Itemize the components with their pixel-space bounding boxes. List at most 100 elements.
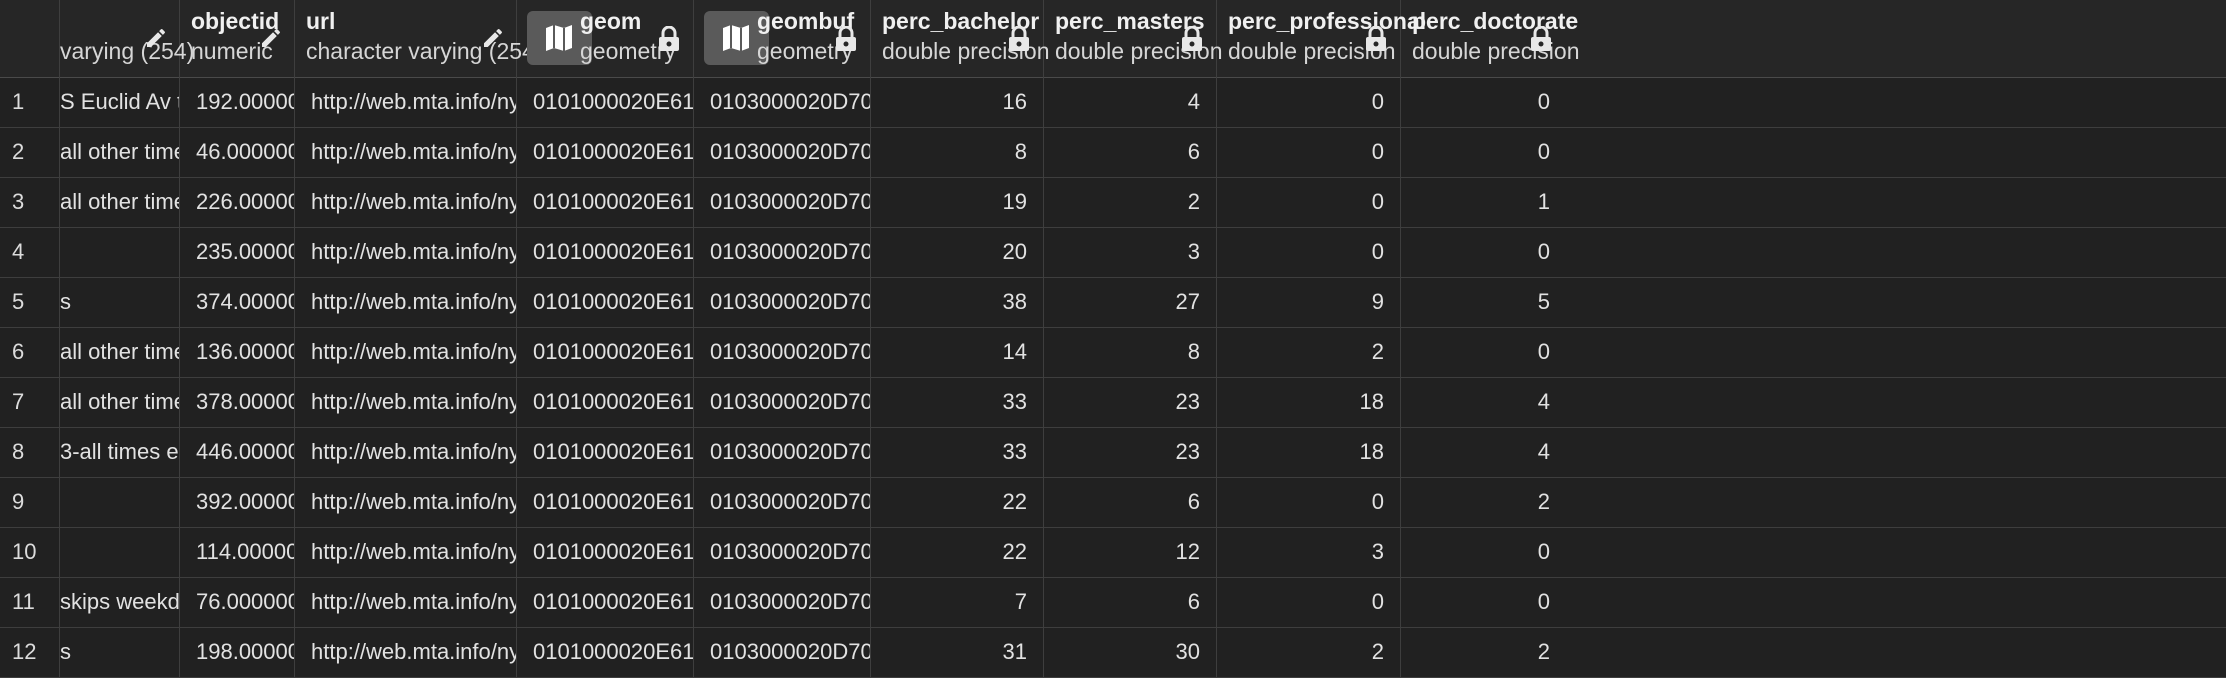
column-header-perc-bachelor[interactable]: perc_bachelor double precision [871, 0, 1050, 78]
cell-perc-masters[interactable]: 23 [1044, 428, 1217, 478]
cell-url[interactable]: http://web.mta.info/nyc… [295, 378, 517, 428]
cell-perc-doctorate[interactable]: 0 [1401, 78, 1566, 128]
cell-perc-masters[interactable]: 3 [1044, 228, 1217, 278]
table-row[interactable]: 3all other times226.0000000http://web.mt… [0, 178, 2226, 228]
cell-perc-doctorate[interactable]: 2 [1401, 628, 1566, 678]
cell-perc-professional[interactable]: 0 [1217, 128, 1401, 178]
cell-geombuf[interactable]: 0103000020D708… [694, 228, 871, 278]
cell-geombuf[interactable]: 0103000020D708… [694, 328, 871, 378]
cell-objectid[interactable]: 76.00000000 [180, 578, 295, 628]
cell-perc-bachelor[interactable]: 14 [871, 328, 1044, 378]
cell-perc-doctorate[interactable]: 0 [1401, 578, 1566, 628]
cell-url[interactable]: http://web.mta.info/nyc… [295, 78, 517, 128]
cell-perc-doctorate[interactable]: 4 [1401, 378, 1566, 428]
table-row[interactable]: 2all other times46.00000000http://web.mt… [0, 128, 2226, 178]
cell-perc-bachelor[interactable]: 20 [871, 228, 1044, 278]
table-row[interactable]: 4 235.0000000http://web.mta.info/nyc…0101… [0, 228, 2226, 278]
cell-geombuf[interactable]: 0103000020D708… [694, 178, 871, 228]
cell-objectid[interactable]: 114.0000000 [180, 528, 295, 578]
cell-url[interactable]: http://web.mta.info/nyc… [295, 278, 517, 328]
cell-perc-professional[interactable]: 0 [1217, 78, 1401, 128]
cell-perc-masters[interactable]: 6 [1044, 578, 1217, 628]
table-row[interactable]: 1S Euclid Av t…192.0000000http://web.mta… [0, 78, 2226, 128]
cell-objectid[interactable]: 374.0000000 [180, 278, 295, 328]
column-header-url[interactable]: url character varying (254) [295, 0, 543, 78]
cell-desc[interactable]: s [60, 278, 180, 328]
cell-perc-bachelor[interactable]: 38 [871, 278, 1044, 328]
cell-desc[interactable]: all other times [60, 378, 180, 428]
cell-geom[interactable]: 0101000020E610… [517, 528, 694, 578]
cell-desc[interactable]: all other times [60, 128, 180, 178]
cell-perc-professional[interactable]: 0 [1217, 578, 1401, 628]
column-header-perc-professional[interactable]: perc_professional double precision [1217, 0, 1426, 78]
cell-geom[interactable]: 0101000020E610… [517, 578, 694, 628]
cell-perc-professional[interactable]: 3 [1217, 528, 1401, 578]
cell-perc-doctorate[interactable]: 1 [1401, 178, 1566, 228]
cell-perc-masters[interactable]: 23 [1044, 378, 1217, 428]
cell-perc-bachelor[interactable]: 7 [871, 578, 1044, 628]
cell-geombuf[interactable]: 0103000020D708… [694, 428, 871, 478]
cell-perc-doctorate[interactable]: 0 [1401, 528, 1566, 578]
cell-desc[interactable]: skips weekd… [60, 578, 180, 628]
cell-geom[interactable]: 0101000020E610… [517, 328, 694, 378]
column-header-geombuf[interactable]: geombuf geometry [694, 0, 871, 78]
cell-geombuf[interactable]: 0103000020D708… [694, 478, 871, 528]
cell-objectid[interactable]: 192.0000000 [180, 78, 295, 128]
cell-objectid[interactable]: 378.0000000 [180, 378, 295, 428]
column-header-perc-doctorate[interactable]: perc_doctorate double precision [1401, 0, 1580, 78]
cell-desc[interactable]: 3-all times e… [60, 428, 180, 478]
cell-geom[interactable]: 0101000020E610… [517, 178, 694, 228]
cell-perc-doctorate[interactable]: 0 [1401, 328, 1566, 378]
cell-geombuf[interactable]: 0103000020D708… [694, 78, 871, 128]
cell-objectid[interactable]: 392.0000000 [180, 478, 295, 528]
table-row[interactable]: 11skips weekd…76.00000000http://web.mta.… [0, 578, 2226, 628]
cell-perc-bachelor[interactable]: 16 [871, 78, 1044, 128]
cell-desc[interactable] [60, 528, 180, 578]
cell-perc-doctorate[interactable]: 4 [1401, 428, 1566, 478]
cell-geombuf[interactable]: 0103000020D708… [694, 628, 871, 678]
table-row[interactable]: 83-all times e…446.0000000http://web.mta… [0, 428, 2226, 478]
table-row[interactable]: 10114.0000000http://web.mta.info/nyc…010… [0, 528, 2226, 578]
cell-objectid[interactable]: 235.0000000 [180, 228, 295, 278]
cell-perc-bachelor[interactable]: 8 [871, 128, 1044, 178]
cell-perc-professional[interactable]: 0 [1217, 178, 1401, 228]
column-header-perc-masters[interactable]: perc_masters double precision [1044, 0, 1223, 78]
cell-url[interactable]: http://web.mta.info/nyc… [295, 328, 517, 378]
cell-desc[interactable]: S Euclid Av t… [60, 78, 180, 128]
pencil-icon[interactable] [259, 26, 283, 50]
cell-perc-masters[interactable]: 2 [1044, 178, 1217, 228]
cell-perc-doctorate[interactable]: 5 [1401, 278, 1566, 328]
cell-perc-masters[interactable]: 30 [1044, 628, 1217, 678]
cell-perc-bachelor[interactable]: 33 [871, 428, 1044, 478]
column-header-geom[interactable]: geom geometry [517, 0, 694, 78]
cell-perc-masters[interactable]: 6 [1044, 128, 1217, 178]
cell-url[interactable]: http://web.mta.info/nyc… [295, 428, 517, 478]
cell-perc-professional[interactable]: 18 [1217, 428, 1401, 478]
cell-url[interactable]: http://web.mta.info/nyc… [295, 628, 517, 678]
cell-url[interactable]: http://web.mta.info/nyc… [295, 228, 517, 278]
cell-perc-masters[interactable]: 6 [1044, 478, 1217, 528]
cell-perc-masters[interactable]: 27 [1044, 278, 1217, 328]
cell-url[interactable]: http://web.mta.info/nyc… [295, 528, 517, 578]
cell-url[interactable]: http://web.mta.info/nyc… [295, 478, 517, 528]
table-row[interactable]: 6all other times136.0000000http://web.mt… [0, 328, 2226, 378]
cell-geombuf[interactable]: 0103000020D708… [694, 378, 871, 428]
cell-geom[interactable]: 0101000020E610… [517, 478, 694, 528]
cell-objectid[interactable]: 446.0000000 [180, 428, 295, 478]
cell-objectid[interactable]: 198.0000000 [180, 628, 295, 678]
cell-geombuf[interactable]: 0103000020D708… [694, 578, 871, 628]
cell-geom[interactable]: 0101000020E610… [517, 128, 694, 178]
column-header-desc[interactable]: varying (254) [60, 0, 194, 78]
cell-perc-professional[interactable]: 0 [1217, 228, 1401, 278]
pencil-icon[interactable] [481, 26, 505, 50]
cell-perc-bachelor[interactable]: 33 [871, 378, 1044, 428]
cell-desc[interactable]: s [60, 628, 180, 678]
cell-geombuf[interactable]: 0103000020D708… [694, 128, 871, 178]
cell-perc-doctorate[interactable]: 0 [1401, 228, 1566, 278]
cell-perc-bachelor[interactable]: 19 [871, 178, 1044, 228]
cell-objectid[interactable]: 46.00000000 [180, 128, 295, 178]
cell-geom[interactable]: 0101000020E610… [517, 228, 694, 278]
cell-perc-masters[interactable]: 12 [1044, 528, 1217, 578]
pencil-icon[interactable] [144, 26, 168, 50]
cell-url[interactable]: http://web.mta.info/nyc… [295, 128, 517, 178]
